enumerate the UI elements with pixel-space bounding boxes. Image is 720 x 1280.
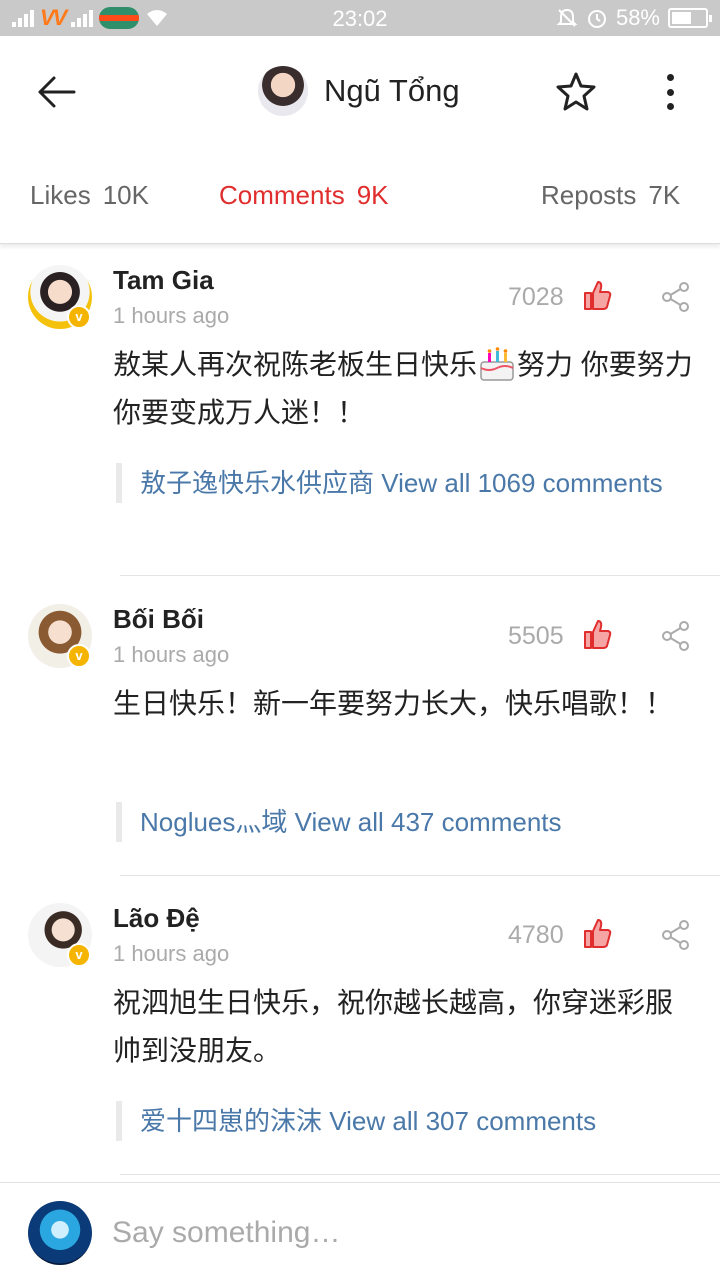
- like-count: 4780: [508, 921, 564, 949]
- view-all-replies-link[interactable]: View all 1069 comments: [381, 468, 662, 498]
- replies-preview[interactable]: 爱十四崽的沫沫 View all 307 comments: [116, 1101, 696, 1141]
- comment-text-part: 敖某人再次祝陈老板生日快乐: [113, 349, 478, 380]
- thumbs-up-icon[interactable]: [582, 917, 612, 949]
- commenter-name[interactable]: Lão Đệ: [113, 903, 200, 934]
- reply-user[interactable]: 敖子逸快乐水供应商: [140, 468, 374, 498]
- comment-input-bar: [0, 1182, 720, 1280]
- share-icon[interactable]: [660, 620, 692, 652]
- post-title[interactable]: Ngũ Tổng: [258, 66, 460, 116]
- like-count: 7028: [508, 283, 564, 311]
- verified-badge-icon: v: [67, 305, 91, 329]
- comment-text-part: 祝泗旭生日快乐，祝你越长越高，你穿迷彩服帅到没朋友。: [113, 987, 674, 1066]
- tab-count: 10K: [102, 180, 149, 210]
- thumbs-up-icon[interactable]: [582, 618, 612, 650]
- top-header: Ngũ Tổng: [0, 36, 720, 148]
- comment-time: 1 hours ago: [113, 941, 230, 966]
- comment-text-part: 生日快乐！新一年要努力长大，快乐唱歌！！: [113, 688, 674, 719]
- more-options-button[interactable]: [652, 66, 688, 118]
- tab-label: Likes: [30, 180, 91, 210]
- alarm-clock-icon: [587, 10, 606, 28]
- divider: [120, 575, 720, 576]
- tab-label: Reposts: [541, 180, 637, 210]
- tab-reposts[interactable]: Reposts 7K: [541, 180, 680, 211]
- comment-time: 1 hours ago: [113, 303, 230, 328]
- alarm-off-icon: [556, 8, 578, 27]
- commenter-name[interactable]: Tam Gia: [113, 265, 214, 296]
- comment-time: 1 hours ago: [113, 642, 230, 667]
- stats-tabs: Likes 10K Comments 9K Reposts 7K: [0, 148, 720, 244]
- commenter-name[interactable]: Bối Bối: [113, 604, 204, 635]
- comment-text: 敖某人再次祝陈老板生日快乐 努力 你要努力 你要变成万人迷！！: [113, 341, 698, 437]
- reply-user[interactable]: 爱十四崽的沫沫: [140, 1106, 322, 1136]
- battery-icon: [668, 8, 712, 28]
- share-icon[interactable]: [660, 281, 692, 313]
- comment-input[interactable]: [112, 1213, 692, 1253]
- share-icon[interactable]: [660, 919, 692, 951]
- comment-text: 祝泗旭生日快乐，祝你越长越高，你穿迷彩服帅到没朋友。: [113, 979, 698, 1075]
- back-arrow-icon: [38, 76, 76, 108]
- my-avatar[interactable]: [28, 1201, 92, 1265]
- back-button[interactable]: [24, 64, 88, 120]
- tab-comments[interactable]: Comments 9K: [219, 180, 389, 211]
- page-title: Ngũ Tổng: [324, 73, 460, 108]
- more-vertical-icon: [666, 74, 674, 81]
- divider: [120, 875, 720, 876]
- battery-percent: 58%: [615, 5, 660, 30]
- tab-count: 7K: [648, 180, 681, 210]
- like-count: 5505: [508, 622, 564, 650]
- verified-badge-icon: v: [67, 943, 91, 967]
- author-avatar[interactable]: [258, 66, 308, 116]
- status-right: 58%: [556, 5, 712, 31]
- tab-label: Comments: [219, 180, 345, 210]
- verified-badge-icon: v: [67, 644, 91, 668]
- cake-icon: [480, 347, 514, 381]
- reply-user[interactable]: Noglues灬域: [140, 807, 287, 837]
- divider: [120, 1174, 720, 1175]
- tab-likes[interactable]: Likes 10K: [30, 180, 149, 211]
- favorite-button[interactable]: [552, 68, 600, 116]
- view-all-replies-link[interactable]: View all 437 comments: [295, 807, 562, 837]
- view-all-replies-link[interactable]: View all 307 comments: [329, 1106, 596, 1136]
- replies-preview[interactable]: 敖子逸快乐水供应商 View all 1069 comments: [116, 463, 696, 503]
- replies-preview[interactable]: Noglues灬域 View all 437 comments: [116, 802, 696, 842]
- thumbs-up-icon[interactable]: [582, 279, 612, 311]
- comment-text: 生日快乐！新一年要努力长大，快乐唱歌！！: [113, 680, 698, 728]
- star-icon: [556, 72, 596, 111]
- tab-count: 9K: [356, 180, 389, 210]
- status-bar: VV 23:02 58%: [0, 0, 720, 36]
